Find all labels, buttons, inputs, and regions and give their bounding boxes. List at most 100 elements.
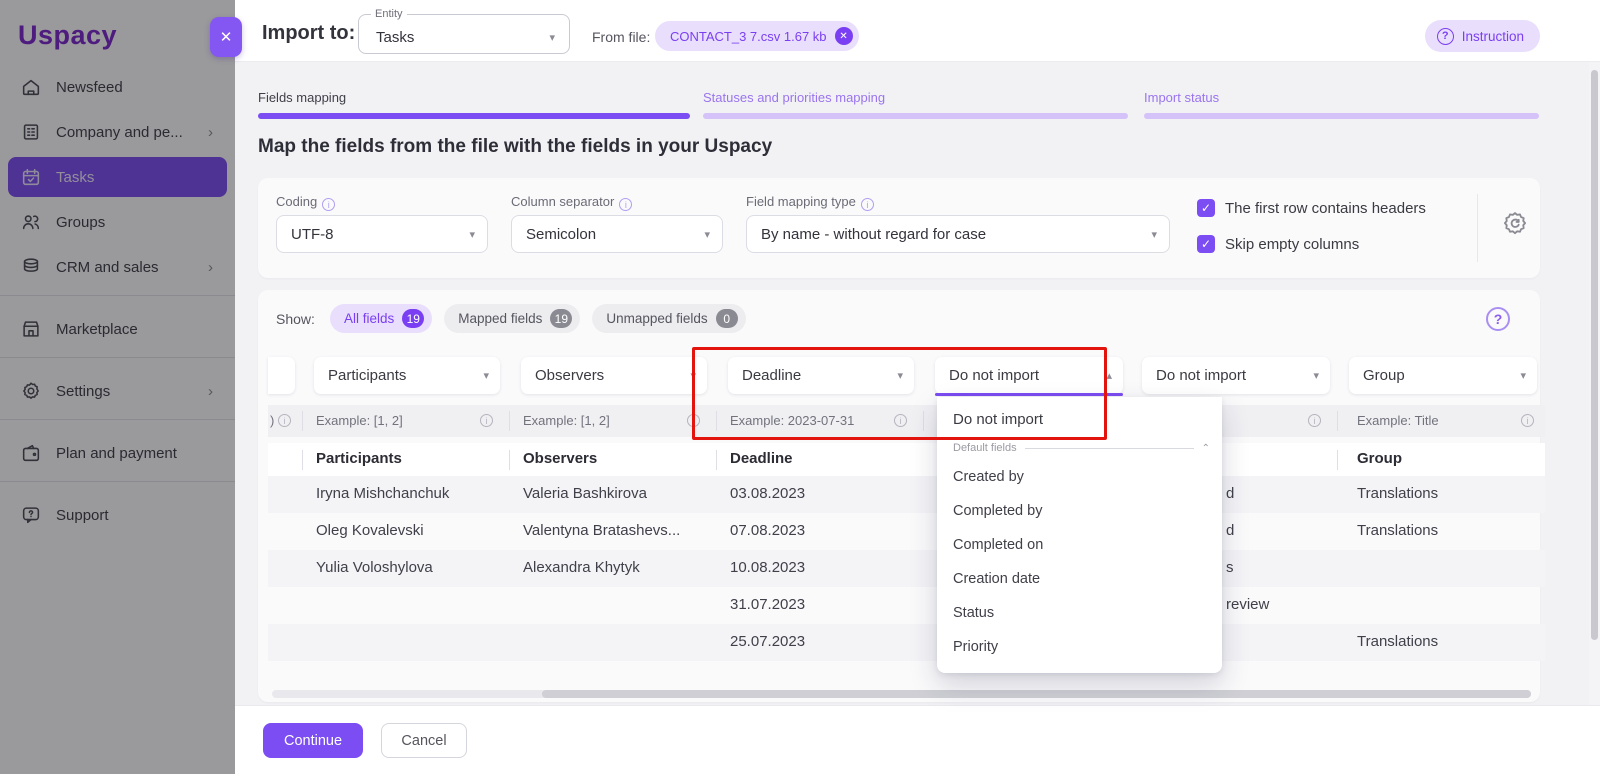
from-file-label: From file:	[592, 29, 650, 45]
dropdown-option[interactable]: Completed by	[937, 494, 1222, 528]
first-row-headers-checkbox[interactable]: ✓ The first row contains headers	[1197, 199, 1426, 217]
chevron-down-icon: ▾	[549, 31, 555, 44]
chevron-up-icon: ⌃	[1202, 443, 1210, 454]
step-import-status[interactable]: Import status	[1144, 90, 1539, 119]
example-row: ) i Example: [1, 2] i Example: [1, 2] i …	[268, 405, 1545, 437]
crm-icon	[20, 256, 42, 278]
dropdown-group-default-fields[interactable]: Default fields ⌃	[937, 436, 1222, 460]
info-icon[interactable]: i	[278, 414, 291, 427]
field-select-do-not-import-open[interactable]: Do not import ▴	[935, 357, 1123, 394]
filter-chip[interactable]: Unmapped fields 0	[592, 304, 745, 333]
sidebar-item-label: Newsfeed	[56, 79, 227, 96]
mapping-type-select[interactable]: By name - without regard for case ▾	[746, 215, 1170, 253]
field-select-participants[interactable]: Participants ▾	[314, 357, 500, 394]
dropdown-option[interactable]: Created by	[937, 460, 1222, 494]
groups-icon	[20, 211, 42, 233]
instruction-button[interactable]: ? Instruction	[1425, 20, 1540, 52]
info-icon[interactable]: i	[1521, 414, 1534, 427]
column-header-observers: Observers	[523, 450, 597, 467]
remove-file-icon[interactable]: ✕	[835, 27, 853, 45]
cell-participants: Yulia Voloshylova	[316, 559, 433, 576]
gear-icon[interactable]	[1502, 210, 1528, 236]
chevron-down-icon: ▾	[1520, 369, 1526, 382]
cell-partial-text: d	[1226, 485, 1234, 502]
sidebar-item-label: Support	[56, 507, 227, 524]
field-select-value: Do not import	[949, 367, 1039, 384]
help-icon[interactable]: ?	[1486, 307, 1510, 331]
separator-select[interactable]: Semicolon ▾	[511, 215, 723, 253]
question-circle-icon: ?	[1437, 28, 1454, 45]
close-sidebar-button[interactable]: ✕	[210, 17, 242, 57]
field-select-dropdown-menu: Do not import Default fields ⌃ Created b…	[937, 397, 1222, 673]
checkbox-label: The first row contains headers	[1225, 200, 1426, 217]
dropdown-option-do-not-import[interactable]: Do not import	[937, 402, 1222, 436]
field-select-value: Participants	[328, 367, 406, 384]
checkbox-checked-icon: ✓	[1197, 199, 1215, 217]
field-select-deadline[interactable]: Deadline ▾	[728, 357, 914, 394]
info-icon[interactable]: i	[861, 198, 874, 211]
sidebar-item[interactable]: Marketplace ›	[8, 309, 227, 349]
sidebar-item[interactable]: Company and pe... ›	[8, 112, 227, 152]
field-select-observers[interactable]: Observers ▾	[521, 357, 707, 394]
field-select-group[interactable]: Group ▾	[1349, 357, 1537, 394]
sidebar-item[interactable]: CRM and sales ›	[8, 247, 227, 287]
sidebar-item[interactable]: Newsfeed ›	[8, 67, 227, 107]
uspacy-logo[interactable]: Uspacy	[18, 20, 117, 51]
chevron-down-icon: ▾	[469, 228, 475, 241]
info-icon[interactable]: i	[1308, 414, 1321, 427]
fields-mapping-card: Show: All fields 19 Mapped fields 19 Unm…	[258, 290, 1540, 702]
column-header-deadline: Deadline	[730, 450, 793, 467]
dropdown-option[interactable]: Completed on	[937, 528, 1222, 562]
vertical-scrollbar-thumb[interactable]	[1591, 70, 1598, 640]
vertical-scrollbar[interactable]	[1589, 62, 1600, 705]
checkbox-label: Skip empty columns	[1225, 236, 1359, 253]
entity-select[interactable]: Entity Tasks ▾	[358, 8, 570, 54]
cell-partial-text: d	[1226, 522, 1234, 539]
step-statuses-mapping[interactable]: Statuses and priorities mapping	[703, 90, 1128, 119]
skip-empty-columns-checkbox[interactable]: ✓ Skip empty columns	[1197, 235, 1359, 253]
dropdown-option[interactable]: Priority	[937, 630, 1222, 664]
dropdown-option[interactable]: Name	[937, 664, 1222, 673]
horizontal-scrollbar[interactable]	[272, 690, 1531, 698]
info-icon[interactable]: i	[322, 198, 335, 211]
sidebar-item[interactable]: Settings ›	[8, 371, 227, 411]
sidebar-item-label: Company and pe...	[56, 124, 208, 141]
sidebar-item[interactable]: Support ›	[8, 495, 227, 535]
divider	[509, 450, 510, 470]
sidebar-item-label: Tasks	[56, 169, 227, 186]
horizontal-scrollbar-thumb[interactable]	[542, 690, 1531, 698]
table-row: 31.07.2023 review	[268, 587, 1545, 624]
import-to-label: Import to:	[262, 22, 355, 45]
import-settings-card: Codingi UTF-8 ▾ Column separatori Semico…	[258, 178, 1540, 278]
info-icon[interactable]: i	[480, 414, 493, 427]
sidebar-item[interactable]: Groups ›	[8, 202, 227, 242]
sidebar-item-label: Groups	[56, 214, 227, 231]
info-icon[interactable]: i	[619, 198, 632, 211]
cell-participants: Oleg Kovalevski	[316, 522, 424, 539]
info-icon[interactable]: i	[894, 414, 907, 427]
plan-icon	[20, 442, 42, 464]
cell-deadline: 07.08.2023	[730, 522, 805, 539]
cell-deadline: 03.08.2023	[730, 485, 805, 502]
dropdown-options: Created by Completed by Completed on Cre…	[937, 460, 1222, 673]
divider	[716, 411, 717, 431]
dropdown-option[interactable]: Status	[937, 596, 1222, 630]
step-fields-mapping[interactable]: Fields mapping	[258, 90, 690, 119]
cancel-button[interactable]: Cancel	[381, 723, 467, 758]
field-select-do-not-import[interactable]: Do not import ▾	[1142, 357, 1330, 394]
continue-button[interactable]: Continue	[263, 723, 363, 758]
separator-label: Column separator	[511, 194, 614, 209]
info-icon[interactable]: i	[687, 414, 700, 427]
divider	[1337, 450, 1338, 470]
filter-chip[interactable]: Mapped fields 19	[444, 304, 580, 333]
chevron-right-icon: ›	[208, 124, 213, 141]
field-select-value: Deadline	[742, 367, 801, 384]
checkbox-checked-icon: ✓	[1197, 235, 1215, 253]
field-select-cutoff[interactable]	[268, 357, 295, 394]
dropdown-option[interactable]: Creation date	[937, 562, 1222, 596]
sidebar-item[interactable]: Tasks ›	[8, 157, 227, 197]
coding-select[interactable]: UTF-8 ▾	[276, 215, 488, 253]
filter-chip[interactable]: All fields 19	[330, 304, 432, 333]
cell-deadline: 25.07.2023	[730, 633, 805, 650]
sidebar-item[interactable]: Plan and payment ›	[8, 433, 227, 473]
